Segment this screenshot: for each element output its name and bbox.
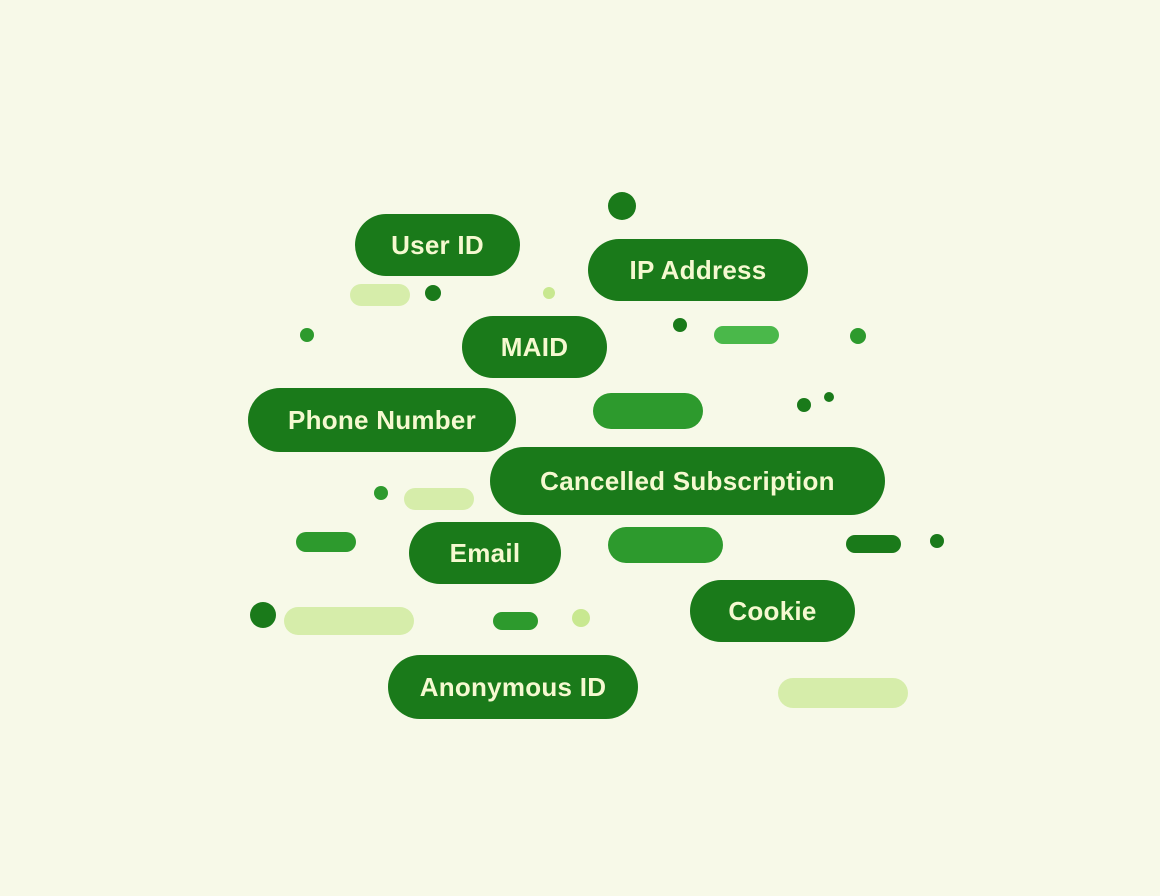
dot-6 bbox=[850, 328, 866, 344]
dot-7 bbox=[797, 398, 811, 412]
dot-9 bbox=[374, 486, 388, 500]
dot-3 bbox=[543, 287, 555, 299]
deco-pill-7 bbox=[296, 532, 356, 552]
deco-pill-9 bbox=[846, 535, 901, 553]
user-id-pill: User ID bbox=[355, 214, 520, 276]
dot-8 bbox=[824, 392, 834, 402]
anonymous-id-pill: Anonymous ID bbox=[388, 655, 638, 719]
email-pill: Email bbox=[409, 522, 561, 584]
email-label: Email bbox=[450, 538, 521, 569]
ip-address-pill: IP Address bbox=[588, 239, 808, 301]
dot-12 bbox=[572, 609, 590, 627]
cancelled-subscription-label: Cancelled Subscription bbox=[540, 466, 835, 497]
cancelled-subscription-pill: Cancelled Subscription bbox=[490, 447, 885, 515]
deco-pill-2 bbox=[350, 284, 410, 306]
deco-pill-6 bbox=[404, 488, 474, 510]
deco-pill-11 bbox=[493, 612, 538, 630]
dot-2 bbox=[425, 285, 441, 301]
deco-pill-3 bbox=[714, 326, 779, 344]
dot-5 bbox=[673, 318, 687, 332]
maid-pill: MAID bbox=[462, 316, 607, 378]
maid-label: MAID bbox=[501, 332, 568, 363]
anonymous-id-label: Anonymous ID bbox=[420, 672, 607, 703]
ip-address-label: IP Address bbox=[630, 255, 767, 286]
deco-pill-8 bbox=[608, 527, 723, 563]
user-id-label: User ID bbox=[391, 230, 484, 261]
phone-number-pill: Phone Number bbox=[248, 388, 516, 452]
dot-10 bbox=[930, 534, 944, 548]
deco-pill-10 bbox=[284, 607, 414, 635]
cookie-label: Cookie bbox=[728, 596, 816, 627]
dot-4 bbox=[300, 328, 314, 342]
phone-number-label: Phone Number bbox=[288, 405, 476, 436]
dot-11 bbox=[250, 602, 276, 628]
cookie-pill: Cookie bbox=[690, 580, 855, 642]
deco-pill-12 bbox=[778, 678, 908, 708]
deco-pill-5 bbox=[593, 393, 703, 429]
dot-1 bbox=[608, 192, 636, 220]
